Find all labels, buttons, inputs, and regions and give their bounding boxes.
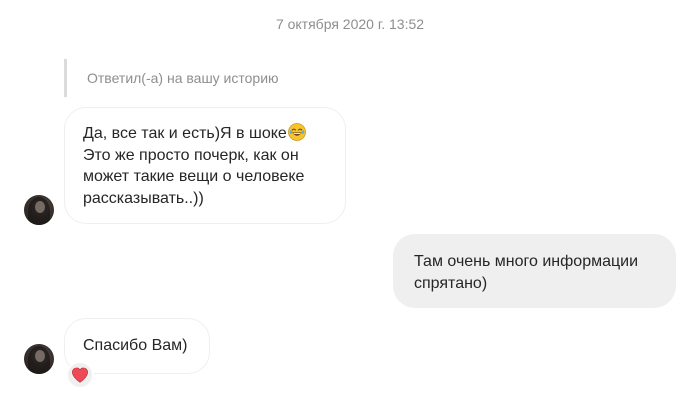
heart-reaction[interactable] xyxy=(66,361,94,389)
laughing-emoji-icon xyxy=(287,123,306,141)
message-line: Это же просто почерк, как он xyxy=(83,146,299,164)
heart-icon xyxy=(72,367,88,383)
message-line: может такие вещи о человеке xyxy=(83,168,305,185)
avatar-face xyxy=(35,350,45,362)
story-reply-label: Ответил(-а) на вашу историю xyxy=(87,70,279,86)
message-timestamp: 7 октября 2020 г. 13:52 xyxy=(275,16,425,32)
message-bubble-outgoing[interactable]: Там очень много информации спрятано) xyxy=(393,234,676,308)
message-line: Да, все так и есть)Я в шоке xyxy=(83,123,329,145)
avatar-face xyxy=(35,201,45,213)
chat-thread: 7 октября 2020 г. 13:52 Ответил(-а) на в… xyxy=(0,0,700,402)
message-line: спрятано) xyxy=(414,274,488,292)
message-line: Спасибо Вам) xyxy=(83,337,188,355)
story-reply-indicator: Ответил(-а) на вашу историю xyxy=(64,59,279,97)
message-bubble-incoming[interactable]: Да, все так и есть)Я в шоке Это же прост… xyxy=(64,107,346,224)
contact-avatar[interactable] xyxy=(24,195,54,225)
message-line: рассказывать..)) xyxy=(83,189,204,207)
contact-avatar[interactable] xyxy=(24,344,54,374)
message-line: Там очень много информации xyxy=(414,253,639,270)
